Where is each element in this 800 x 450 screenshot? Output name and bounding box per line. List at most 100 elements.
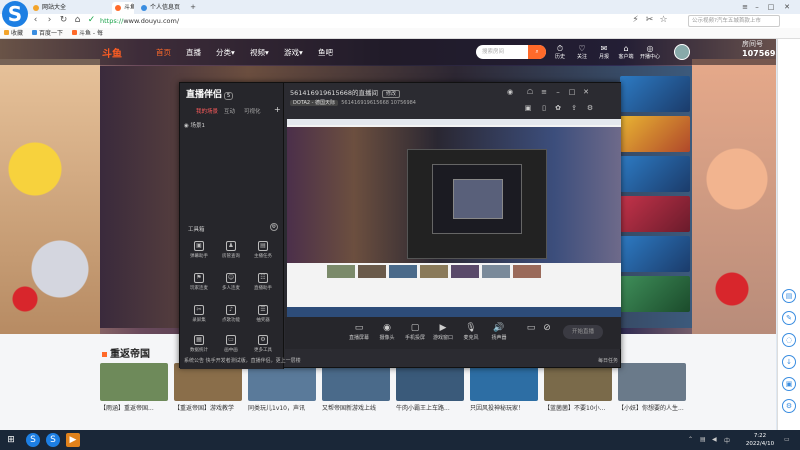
stream-preview[interactable] (287, 119, 621, 317)
tool-lottery[interactable]: ☰ 抽奖器 (248, 305, 278, 329)
thumbnail[interactable] (620, 156, 690, 192)
nav-fishbar[interactable]: 鱼吧 (318, 47, 333, 58)
bookmark-item[interactable]: 收藏 (4, 28, 23, 39)
avatar-icon[interactable]: ◉ (505, 87, 515, 97)
tool-song[interactable]: ♪ 点歌功能 (216, 305, 246, 329)
ime-icon[interactable]: 中 (724, 436, 730, 445)
share-icon[interactable]: ⚡ (630, 15, 641, 26)
gift-icon[interactable]: ✿ (553, 103, 563, 113)
tool-assistant[interactable]: ☷ 直播助手 (248, 273, 278, 297)
browser-logo-icon[interactable]: S (2, 1, 28, 27)
video-card[interactable]: 【雨涵】重返帝国... (100, 363, 168, 412)
menu-icon[interactable]: ≡ (539, 87, 549, 97)
nav-home[interactable]: 首页 (156, 47, 171, 58)
maximize-icon[interactable]: □ (567, 87, 577, 97)
scene-item[interactable]: ◉ 场景1 (184, 121, 280, 131)
menu-icon[interactable]: ≡ (740, 2, 750, 12)
site-logo[interactable]: 斗鱼 (102, 45, 122, 60)
source-camera[interactable]: ◉ 摄像头 (373, 323, 401, 341)
tool-recording[interactable]: ✂ 录屏集 (184, 305, 214, 329)
live-companion-app-icon[interactable]: ▶ (66, 433, 80, 447)
close-icon[interactable]: ✕ (782, 2, 792, 12)
video-card[interactable]: 只因风投神秘玩家！ (470, 363, 538, 412)
report-button[interactable]: ✉ 月报 (594, 44, 614, 60)
start-menu-icon[interactable]: ⊞ (4, 433, 18, 447)
maximize-icon[interactable]: □ (766, 2, 776, 12)
settings-icon[interactable]: ⚙ (782, 399, 796, 413)
video-card[interactable]: 牛肉小霸王上车路... (396, 363, 464, 412)
thumbnail[interactable] (620, 116, 690, 152)
browser-app-icon[interactable]: S (26, 433, 40, 447)
bookmark-star-icon[interactable]: ☆ (658, 15, 669, 26)
comment-icon[interactable]: ✎ (782, 311, 796, 325)
speaker-control[interactable]: 🔊 扬声器 (485, 323, 513, 341)
avatar[interactable] (674, 44, 690, 60)
tab-sites[interactable]: 网站大全 (30, 2, 90, 14)
share-icon[interactable]: ⇪ (569, 103, 579, 113)
refresh-icon[interactable]: ↻ (58, 15, 69, 26)
start-live-button[interactable]: 开始直播 (563, 325, 603, 339)
settings-icon[interactable]: ⚙ (585, 103, 595, 113)
tray-arrow-icon[interactable]: ⌃ (688, 436, 693, 443)
bookmark-item[interactable]: 斗鱼 - 每 (72, 28, 103, 39)
tool-danmaku[interactable]: ▣ 弹幕助手 (184, 241, 214, 265)
browser-app-icon[interactable]: S (46, 433, 60, 447)
client-button[interactable]: ⌂ 客户端 (616, 44, 636, 60)
source-screen[interactable]: ▭ 直播屏幕 (345, 323, 373, 341)
download-icon[interactable]: ↓ (782, 355, 796, 369)
tool-multi-mic[interactable]: ☺ 多人连麦 (216, 273, 246, 297)
tab-douyu[interactable]: 斗鱼 (112, 2, 134, 14)
tool-moderator[interactable]: ♟ 房管查询 (216, 241, 246, 265)
video-card[interactable]: 同类玩儿1v10，声讯 (248, 363, 316, 412)
site-search-input[interactable]: 搜索房间 ⌕ (476, 45, 546, 59)
video-card[interactable]: 又帮帝国新游戏上线 (322, 363, 390, 412)
tab-scenes[interactable]: 我的场景 (196, 107, 218, 115)
source-game[interactable]: ▶ 游戏窗口 (429, 323, 457, 341)
tab-profile[interactable]: 个人信息页 (138, 2, 186, 14)
tool-player-mic[interactable]: ⚑ 玩家连麦 (184, 273, 214, 297)
extension-icon[interactable]: ✂ (644, 15, 655, 26)
tab-visual[interactable]: 可视化 (244, 107, 261, 115)
nav-live[interactable]: 直播 (186, 47, 201, 58)
history-button[interactable]: ⏱ 历史 (550, 44, 570, 60)
follow-button[interactable]: ♡ 关注 (572, 44, 592, 60)
source-phone[interactable]: ▢ 手机投屏 (401, 323, 429, 341)
nav-game[interactable]: 游戏▾ (284, 47, 303, 58)
skin-icon[interactable]: ☖ (525, 87, 535, 97)
browser-search-input[interactable]: 公示视频?汽车五城首款上市 (688, 15, 780, 27)
game-category[interactable]: DOTA2 - 德国天际 (290, 100, 339, 106)
close-icon[interactable]: ✕ (581, 87, 591, 97)
minimize-icon[interactable]: – (553, 87, 563, 97)
nav-video[interactable]: 视频▾ (250, 47, 269, 58)
thumbnail[interactable] (620, 76, 690, 112)
chat-icon[interactable]: ◌ (782, 333, 796, 347)
add-scene-button[interactable]: + (274, 105, 281, 114)
video-card[interactable]: 【小妖】你想要的人生... (618, 363, 686, 412)
back-icon[interactable]: ‹ (30, 15, 41, 26)
daily-task-link[interactable]: 每日任务 (598, 357, 618, 364)
toolbox-settings-icon[interactable]: ⚙ (270, 223, 278, 231)
minimize-icon[interactable]: – (752, 2, 762, 12)
video-card[interactable]: 【蓝菌菌】不要10小... (544, 363, 612, 412)
nav-category[interactable]: 分类▾ (216, 47, 235, 58)
thumbnail[interactable] (620, 276, 690, 312)
clock[interactable]: 7:22 2022/4/10 (742, 432, 778, 448)
thumbnail[interactable] (620, 196, 690, 232)
screenshot-icon[interactable]: ▣ (782, 377, 796, 391)
url-input[interactable]: https://www.douyu.com/ (100, 15, 670, 27)
link-icon[interactable]: ⊘ (533, 323, 561, 334)
network-icon[interactable]: ▤ (700, 436, 706, 443)
record-icon[interactable]: ▣ (523, 103, 533, 113)
bookmark-item[interactable]: 百度一下 (32, 28, 63, 39)
tool-task[interactable]: ▤ 主播任务 (248, 241, 278, 265)
translate-icon[interactable]: ▤ (782, 289, 796, 303)
mic-control[interactable]: 🎙 麦克风 (457, 323, 485, 341)
search-icon[interactable]: ⌕ (528, 45, 546, 59)
volume-icon[interactable]: ◀ (712, 436, 717, 443)
new-tab-button[interactable]: + (188, 2, 198, 12)
tab-interaction[interactable]: 互动 (224, 107, 235, 115)
thumbnail[interactable] (620, 236, 690, 272)
edit-title-button[interactable]: 修改 (382, 90, 401, 98)
notification-icon[interactable]: ▭ (784, 436, 790, 443)
broadcast-center-button[interactable]: ◎ 开播中心 (640, 44, 660, 60)
